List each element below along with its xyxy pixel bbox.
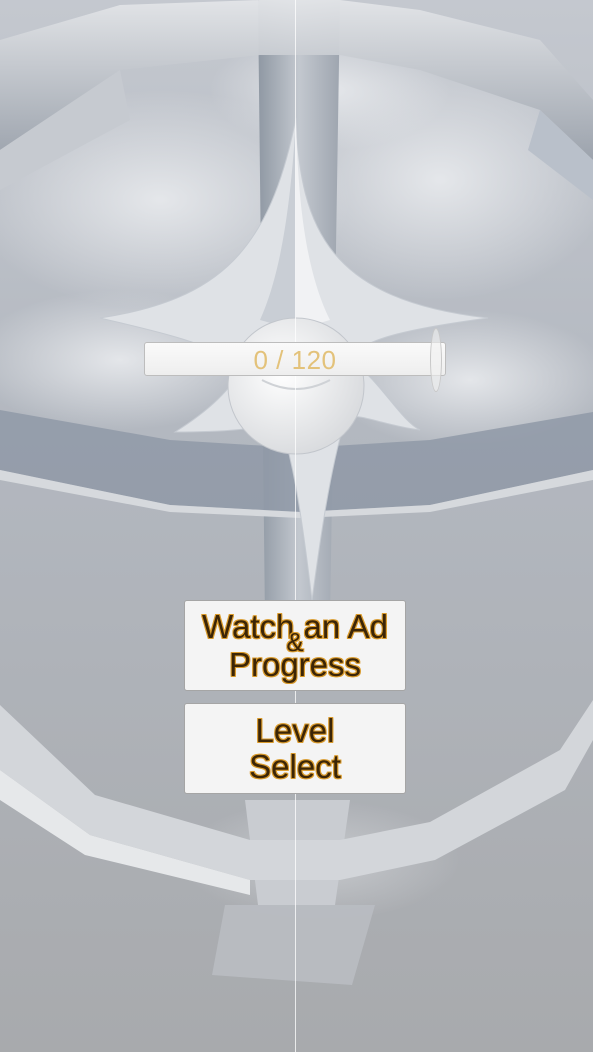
level-select-label: Level Select (249, 711, 341, 785)
game-scene-background (0, 0, 593, 1052)
watch-ad-label-line2: Progress (228, 646, 362, 683)
center-guide-line (295, 0, 296, 1052)
watch-ad-progress-button[interactable]: Watch an Ad & Progress (184, 600, 406, 691)
level-select-button[interactable]: Level Select (184, 703, 406, 794)
progress-scroll-handle[interactable] (430, 328, 442, 392)
progress-bar: 0 / 120 (144, 342, 446, 376)
progress-counter: 0 / 120 (253, 345, 337, 375)
